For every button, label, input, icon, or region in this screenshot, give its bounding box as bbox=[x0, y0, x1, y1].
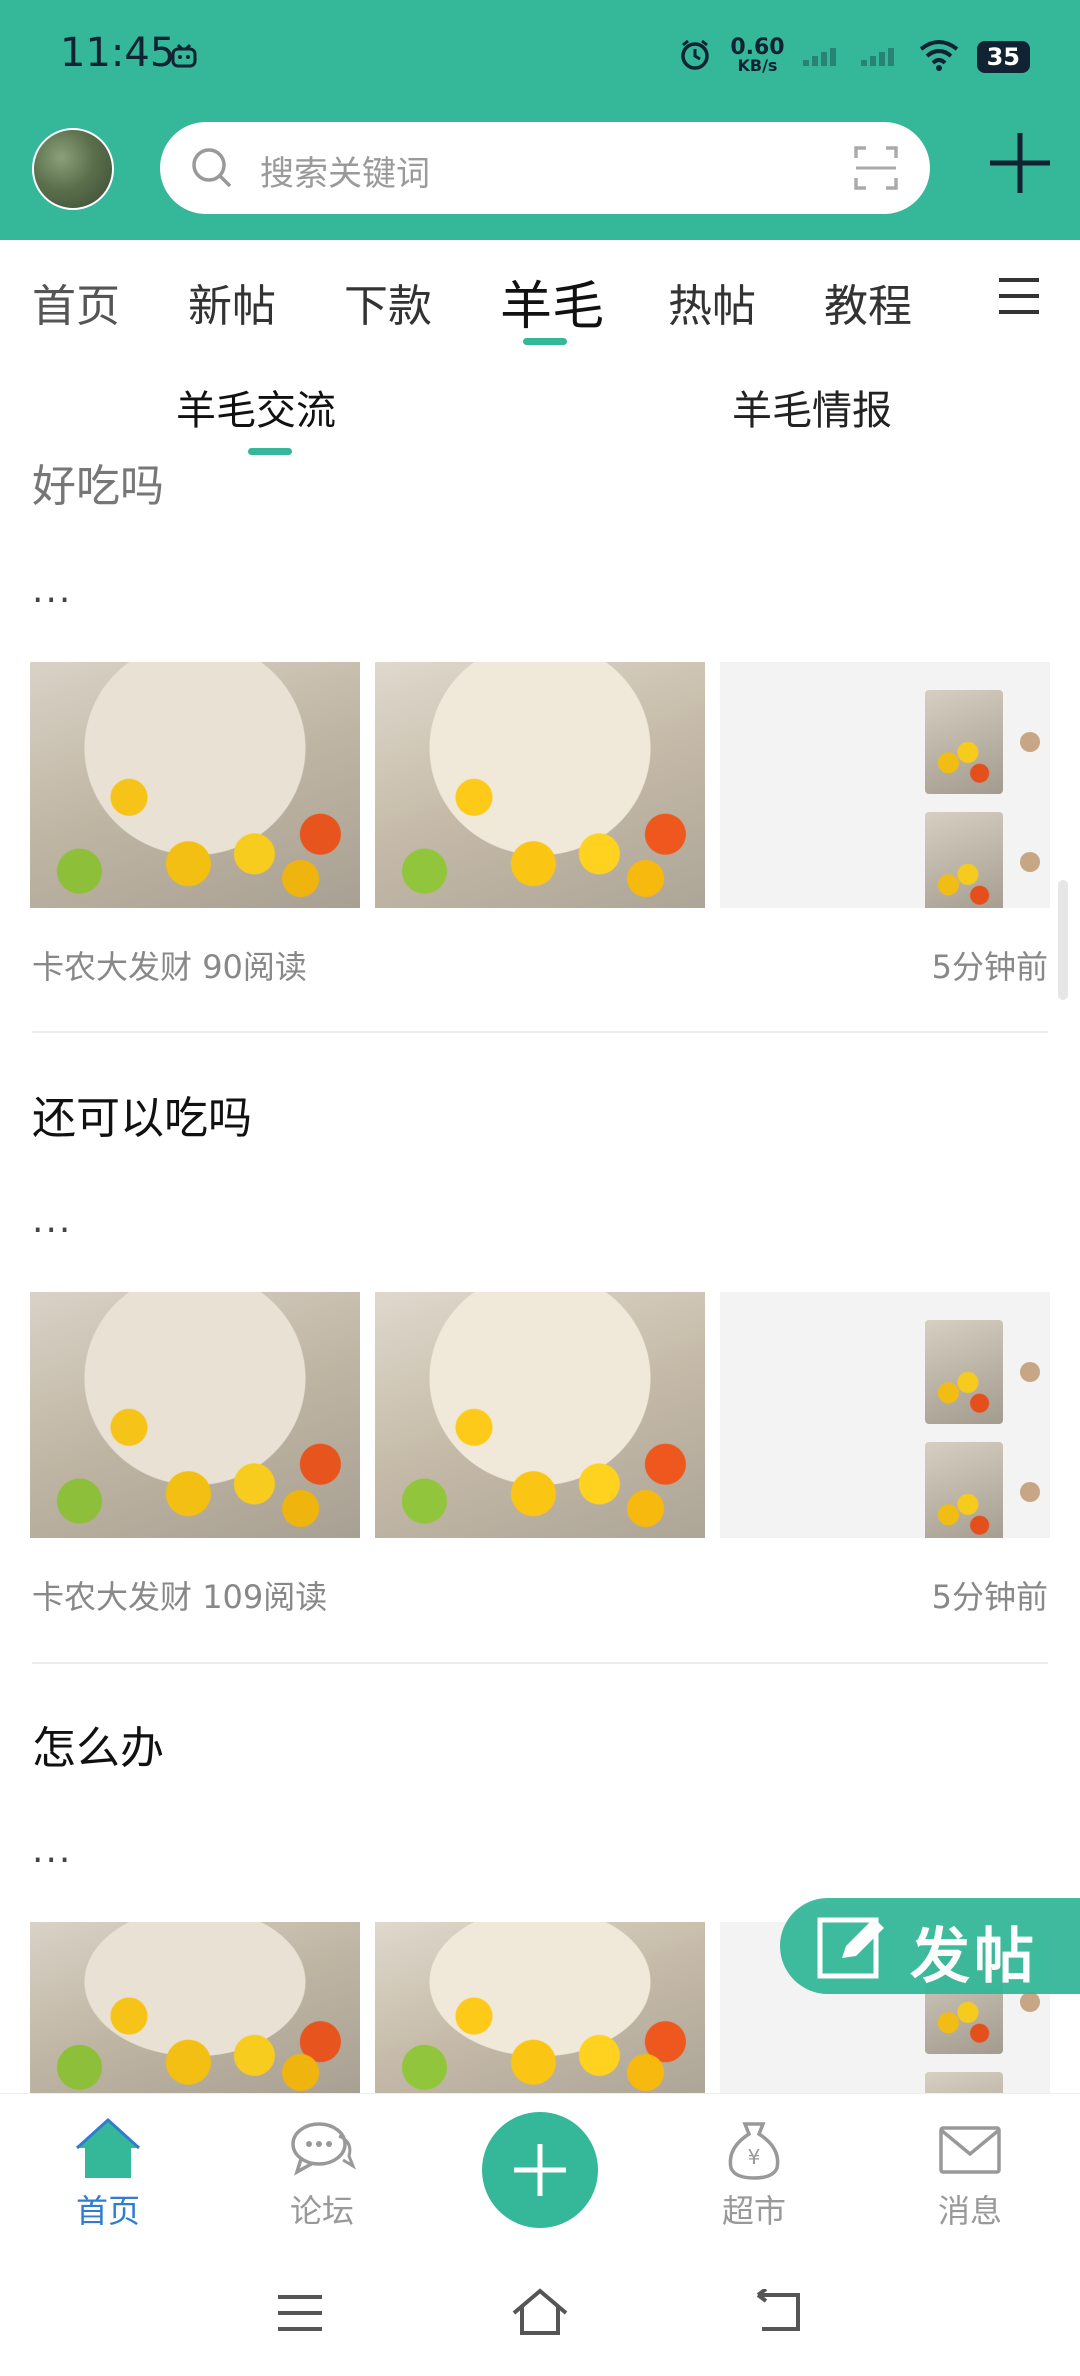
post-meta-time: 5分钟前 bbox=[931, 1578, 1048, 1616]
post-image[interactable] bbox=[30, 1292, 360, 1538]
back-icon[interactable] bbox=[752, 2287, 804, 2339]
battery-indicator: 35 bbox=[976, 41, 1030, 73]
status-indicators: 0.60 KB/s 35 bbox=[678, 32, 1030, 82]
tab-new[interactable]: 新帖 bbox=[188, 270, 276, 334]
post-image[interactable] bbox=[30, 1922, 360, 2093]
post-excerpt: ... bbox=[32, 1200, 73, 1241]
new-post-label: 发帖 bbox=[910, 1922, 1038, 1992]
nav-market[interactable]: ¥ 超市 bbox=[684, 2114, 824, 2232]
alarm-icon bbox=[678, 38, 712, 77]
new-post-button[interactable]: 发帖 bbox=[780, 1898, 1080, 1994]
divider bbox=[32, 1031, 1048, 1033]
subtab-wool-intel[interactable]: 羊毛情报 bbox=[732, 378, 892, 436]
status-time: 11:45 bbox=[60, 30, 176, 76]
post-meta-author: 卡农大发财 109阅读 bbox=[32, 1578, 328, 1616]
post-excerpt: ... bbox=[32, 570, 73, 611]
tab-hot[interactable]: 热帖 bbox=[668, 270, 756, 334]
nav-home[interactable]: 首页 bbox=[38, 2114, 178, 2232]
tab-indicator bbox=[523, 338, 567, 345]
tab-wool[interactable]: 羊毛 bbox=[500, 264, 604, 339]
net-speed: 0.60 KB/s bbox=[730, 35, 785, 75]
tab-tutorial[interactable]: 教程 bbox=[824, 270, 912, 334]
scrollbar[interactable] bbox=[1058, 880, 1068, 1000]
home-icon bbox=[73, 2114, 143, 2184]
tab-home[interactable]: 首页 bbox=[32, 270, 120, 334]
post-title[interactable]: 怎么办 bbox=[32, 1712, 164, 1776]
avatar[interactable] bbox=[32, 128, 114, 210]
tab-loan[interactable]: 下款 bbox=[344, 270, 432, 334]
post-image[interactable] bbox=[30, 662, 360, 908]
scan-icon[interactable] bbox=[852, 144, 900, 192]
edit-icon bbox=[816, 1912, 890, 1982]
notification-icon bbox=[170, 42, 198, 70]
chat-bubbles-icon bbox=[287, 2114, 357, 2184]
post-meta-time: 5分钟前 bbox=[931, 948, 1048, 986]
add-icon[interactable] bbox=[985, 128, 1055, 198]
home-system-icon[interactable] bbox=[510, 2287, 570, 2341]
menu-icon[interactable] bbox=[995, 274, 1043, 318]
subtab-wool-exchange[interactable]: 羊毛交流 bbox=[176, 378, 336, 436]
post-image[interactable] bbox=[375, 662, 705, 908]
post-image[interactable] bbox=[720, 1292, 1050, 1538]
post-title[interactable]: 还可以吃吗 bbox=[32, 1082, 252, 1146]
nav-forum[interactable]: 论坛 bbox=[252, 2114, 392, 2232]
nav-messages[interactable]: 消息 bbox=[900, 2114, 1040, 2232]
mail-icon bbox=[935, 2114, 1005, 2184]
post-image[interactable] bbox=[720, 662, 1050, 908]
signal-1-icon bbox=[802, 44, 843, 71]
nav-create-button[interactable] bbox=[482, 2112, 598, 2228]
search-placeholder: 搜索关键词 bbox=[260, 154, 430, 194]
recent-apps-icon[interactable] bbox=[276, 2293, 324, 2337]
money-bag-icon: ¥ bbox=[719, 2114, 789, 2184]
post-image[interactable] bbox=[375, 1292, 705, 1538]
system-navigation bbox=[0, 2263, 1080, 2376]
signal-2-icon bbox=[860, 44, 901, 71]
category-tabs: 首页 新帖 下款 羊毛 热帖 教程 bbox=[0, 240, 1080, 350]
plus-icon bbox=[514, 2144, 566, 2196]
post-meta-author: 卡农大发财 90阅读 bbox=[32, 948, 307, 986]
wifi-icon bbox=[919, 39, 959, 76]
subtab-indicator bbox=[248, 448, 292, 455]
bottom-nav: 首页 论坛 ¥ 超市 消息 bbox=[0, 2093, 1080, 2264]
search-bar[interactable]: 搜索关键词 bbox=[160, 122, 930, 214]
post-excerpt: ... bbox=[32, 1830, 73, 1871]
svg-text:¥: ¥ bbox=[748, 2145, 761, 2169]
post-image[interactable] bbox=[375, 1922, 705, 2093]
app-header: 11:45 0.60 KB/s 35 搜索关键词 bbox=[0, 0, 1080, 240]
divider bbox=[32, 1662, 1048, 1664]
search-icon bbox=[190, 146, 234, 190]
post-title[interactable]: 好吃吗 bbox=[32, 450, 164, 514]
